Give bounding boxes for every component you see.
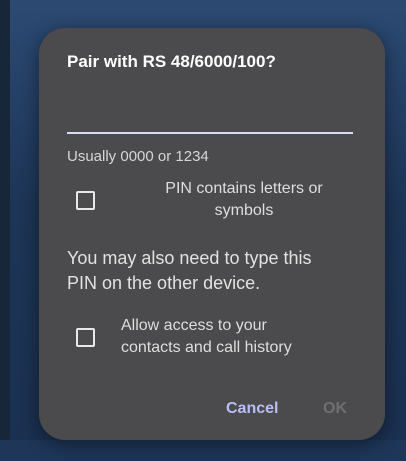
pin-letters-checkbox[interactable] (76, 191, 95, 210)
pin-hint: Usually 0000 or 1234 (67, 148, 209, 165)
ok-button[interactable]: OK (323, 400, 347, 418)
pin-info-line2: PIN on the other device. (67, 273, 261, 293)
pin-input[interactable] (67, 98, 353, 134)
pin-info-text: You may also need to type this PIN on th… (67, 246, 367, 296)
dialog-title: Pair with RS 48/6000/100? (67, 52, 276, 71)
contacts-label-line2: contacts and call history (121, 339, 292, 356)
cancel-button[interactable]: Cancel (226, 400, 278, 418)
screen-bottom-strip (0, 440, 406, 461)
contacts-access-label: Allow access to your contacts and call h… (121, 315, 369, 359)
contacts-access-checkbox[interactable] (76, 328, 95, 347)
pin-info-line1: You may also need to type this (67, 248, 312, 268)
pin-letters-label-line1: PIN contains letters or (165, 180, 323, 197)
bluetooth-pairing-dialog: Pair with RS 48/6000/100? Usually 0000 o… (39, 28, 385, 440)
contacts-label-line1: Allow access to your (121, 317, 267, 334)
pin-letters-label-line2: symbols (214, 202, 274, 219)
contacts-access-option[interactable]: Allow access to your contacts and call h… (59, 315, 369, 363)
screen-edge (0, 0, 10, 461)
pin-letters-label: PIN contains letters or symbols (119, 178, 369, 222)
pin-contains-letters-option[interactable]: PIN contains letters or symbols (59, 178, 369, 226)
